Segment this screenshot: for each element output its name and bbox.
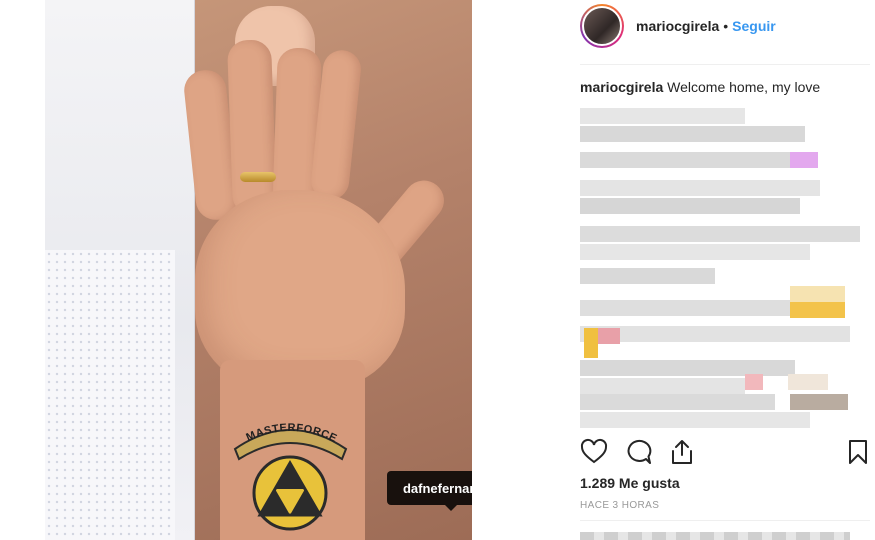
blur-block: [584, 328, 598, 358]
blur-block: [788, 374, 828, 390]
pixelated-comments: [570, 104, 865, 434]
action-bar: [580, 438, 870, 468]
blur-block: [790, 152, 818, 168]
bookmark-icon[interactable]: [844, 438, 872, 466]
blur-block: [790, 286, 845, 302]
separator-dot: •: [723, 18, 729, 34]
caption-text: Welcome home, my love: [667, 79, 821, 95]
likes-count[interactable]: 1.289 Me gusta: [580, 475, 680, 491]
blur-block: [790, 394, 848, 410]
blur-block: [580, 180, 820, 196]
blur-block: [580, 108, 745, 124]
post-timestamp[interactable]: HACE 3 HORAS: [580, 500, 659, 511]
sheet-pattern: [45, 250, 175, 540]
blur-block: [745, 374, 763, 390]
blur-block: [580, 268, 715, 284]
follow-button[interactable]: Seguir: [732, 18, 776, 34]
tattoo-triforce-icon: MASTERFORCE: [233, 422, 348, 531]
blur-block: [580, 152, 790, 168]
caption: mariocgirela Welcome home, my love: [580, 79, 820, 95]
post-photo[interactable]: MASTERFORCE dafnefernandez: [45, 0, 472, 540]
blur-block: [580, 226, 860, 242]
blur-block: [580, 326, 850, 342]
blur-block: [580, 126, 805, 142]
blur-block: [790, 302, 845, 318]
user-tag[interactable]: dafnefernandez: [387, 471, 472, 511]
pixelated-comment-input: [580, 532, 850, 540]
footer-divider: [580, 520, 870, 521]
avatar-photo: [582, 6, 622, 46]
heart-icon[interactable]: [580, 438, 608, 466]
post-header: mariocgirela • Seguir: [580, 2, 776, 50]
blur-block: [580, 198, 800, 214]
blur-block: [580, 394, 775, 410]
wedding-ring: [240, 172, 276, 182]
header-divider: [580, 64, 870, 65]
caption-username[interactable]: mariocgirela: [580, 79, 663, 95]
avatar[interactable]: [580, 4, 624, 48]
username-link[interactable]: mariocgirela: [636, 18, 719, 34]
finger: [226, 39, 278, 216]
blur-block: [580, 412, 810, 428]
share-icon[interactable]: [668, 438, 696, 466]
blur-block: [580, 378, 745, 394]
comment-icon[interactable]: [624, 438, 652, 466]
post-side-panel: mariocgirela • Seguir mariocgirela Welco…: [570, 0, 875, 540]
blur-block: [580, 244, 810, 260]
blur-block: [598, 328, 620, 344]
blur-block: [580, 300, 790, 316]
